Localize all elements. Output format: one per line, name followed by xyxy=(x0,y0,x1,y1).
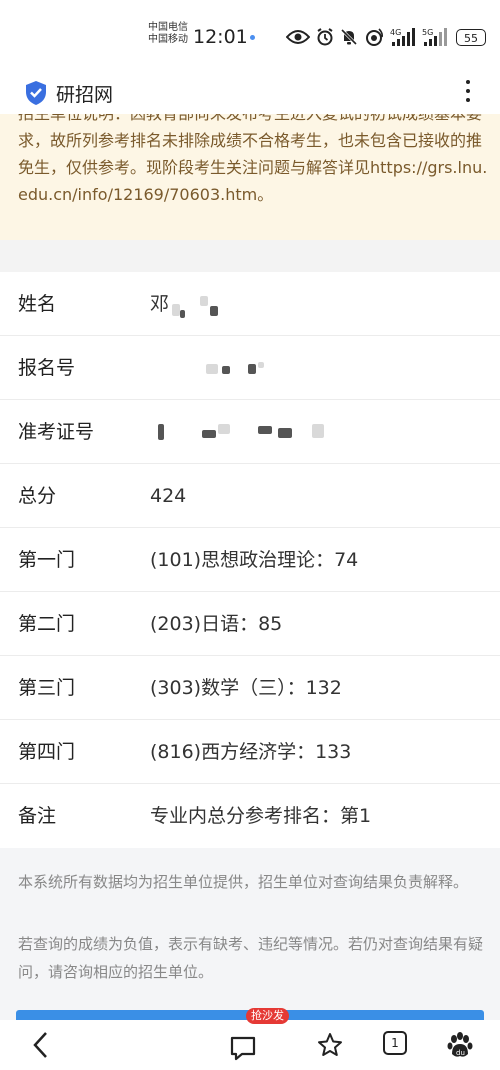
subject1-value: (101)思想政治理论：74 xyxy=(150,549,359,571)
more-menu-icon[interactable] xyxy=(458,80,478,108)
star-favorite-icon[interactable] xyxy=(316,1028,344,1062)
disclaimer-section: 本系统所有数据均为招生单位提供，招生单位对查询结果负责解释。 若查询的成绩为负值… xyxy=(0,848,500,1020)
disclaimer-note-1: 本系统所有数据均为招生单位提供，招生单位对查询结果负责解释。 xyxy=(18,873,469,891)
app-header: 研招网 xyxy=(0,74,500,114)
subject3-value: (303)数学（三）：132 xyxy=(150,677,342,699)
comment-icon[interactable] xyxy=(228,1028,258,1062)
comment-badge: 抢沙发 xyxy=(246,1008,289,1024)
notification-dot xyxy=(250,35,255,40)
row-name: 姓名 邓 xyxy=(0,272,500,336)
redaction-mask xyxy=(218,424,230,434)
remark-label: 备注 xyxy=(18,805,57,827)
row-total-score: 总分 424 xyxy=(0,464,500,528)
svg-text:du: du xyxy=(456,1049,465,1057)
status-icons: 4G 5G 55 xyxy=(286,26,486,48)
app-title: 研招网 xyxy=(56,84,114,106)
redaction-mask xyxy=(158,424,164,440)
redaction-mask xyxy=(222,366,230,374)
subject2-label: 第二门 xyxy=(18,613,76,635)
remark-value: 专业内总分参考排名：第1 xyxy=(150,805,372,827)
baidu-paw-icon[interactable]: du xyxy=(446,1028,474,1062)
bottom-navigation: 抢沙发 1 du xyxy=(0,1008,500,1070)
subject2-value: (203)日语：85 xyxy=(150,613,283,635)
score-table: 姓名 邓 报名号 准考证号 总分 424 第一门 (101)思想政治理论：74 … xyxy=(0,272,500,848)
redaction-mask xyxy=(202,430,216,438)
svg-text:5G: 5G xyxy=(422,28,433,37)
tabs-count-button[interactable]: 1 xyxy=(383,1031,407,1055)
signal-4g-icon: 4G xyxy=(390,28,415,46)
battery-indicator: 55 xyxy=(456,28,486,46)
row-subject-3: 第三门 (303)数学（三）：132 xyxy=(0,656,500,720)
ticket-label: 准考证号 xyxy=(18,421,95,443)
carrier-2: 中国移动 xyxy=(148,34,188,45)
alarm-icon xyxy=(317,28,333,46)
redaction-mask xyxy=(312,424,324,438)
carrier-1: 中国电信 xyxy=(148,22,188,33)
redaction-mask xyxy=(206,364,218,374)
total-value: 424 xyxy=(150,485,187,507)
total-label: 总分 xyxy=(18,485,57,507)
redaction-mask xyxy=(210,306,218,316)
section-divider xyxy=(0,240,500,272)
row-ticket-number: 准考证号 xyxy=(0,400,500,464)
svg-text:4G: 4G xyxy=(390,28,401,37)
subject3-label: 第三门 xyxy=(18,677,76,699)
disclaimer-note-2: 若查询的成绩为负值，表示有缺考、违纪等情况。若仍对查询结果有疑问，请咨询相应的招… xyxy=(18,935,484,981)
notice-banner: 招生单位说明：因教育部尚未发布考生进入复试的初试成绩基本要求，故所列参考排名未排… xyxy=(0,114,500,240)
shield-check-icon xyxy=(26,81,46,105)
wifi-calling-icon xyxy=(366,28,383,46)
signal-5g-icon: 5G xyxy=(422,28,447,46)
redaction-mask xyxy=(200,296,208,306)
row-registration-number: 报名号 xyxy=(0,336,500,400)
redaction-mask xyxy=(180,310,185,318)
redaction-mask xyxy=(278,428,292,438)
row-subject-4: 第四门 (816)西方经济学：133 xyxy=(0,720,500,784)
name-value: 邓 xyxy=(150,293,170,315)
subject4-label: 第四门 xyxy=(18,741,76,763)
eye-icon xyxy=(286,30,310,44)
row-remark: 备注 专业内总分参考排名：第1 xyxy=(0,784,500,848)
subject1-label: 第一门 xyxy=(18,549,76,571)
row-subject-1: 第一门 (101)思想政治理论：74 xyxy=(0,528,500,592)
mute-bell-icon xyxy=(340,28,358,46)
registration-label: 报名号 xyxy=(18,357,76,379)
carrier-info: 中国电信 中国移动 xyxy=(148,22,188,46)
redaction-mask xyxy=(172,304,180,316)
status-bar: 中国电信 中国移动 12:01 4G 5G 55 xyxy=(0,0,500,74)
subject4-value: (816)西方经济学：133 xyxy=(150,741,352,763)
clock: 12:01 xyxy=(193,26,248,48)
redaction-mask xyxy=(248,364,256,374)
redaction-mask xyxy=(258,362,264,368)
redaction-mask xyxy=(258,426,272,434)
back-arrow-icon[interactable] xyxy=(30,1028,52,1062)
name-label: 姓名 xyxy=(18,293,57,315)
row-subject-2: 第二门 (203)日语：85 xyxy=(0,592,500,656)
notice-text: 招生单位说明：因教育部尚未发布考生进入复试的初试成绩基本要求，故所列参考排名未排… xyxy=(18,114,488,204)
